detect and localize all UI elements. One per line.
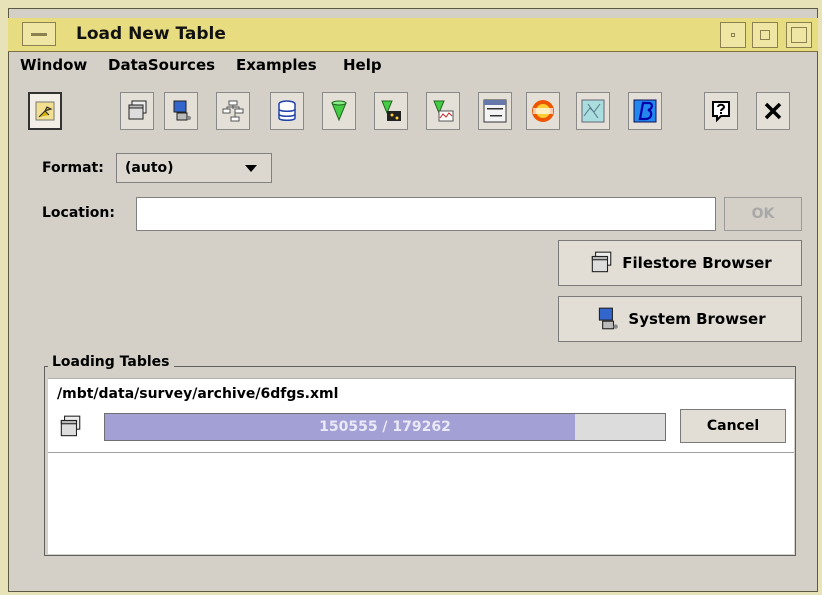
- database-icon: [278, 100, 296, 121]
- cone-plot-icon: [381, 100, 401, 121]
- location-label: Location:: [42, 205, 115, 221]
- select-from-tool-button[interactable]: [478, 92, 512, 130]
- system-browser-label: System Browser: [628, 310, 766, 328]
- minimize-icon: [731, 33, 735, 37]
- b-icon: [633, 99, 657, 123]
- select-from-icon: [483, 99, 507, 123]
- filestore-tool-button[interactable]: [120, 92, 154, 130]
- menu-datasources[interactable]: DataSources: [108, 56, 215, 74]
- sky-tool-button[interactable]: [576, 92, 610, 130]
- sky-icon: [581, 99, 605, 123]
- cone-graph-icon: [433, 100, 454, 122]
- maximize-button[interactable]: [752, 22, 778, 48]
- database-tool-button[interactable]: [270, 92, 304, 130]
- help-icon: [712, 101, 730, 123]
- row-divider: [48, 452, 794, 453]
- ok-button[interactable]: OK: [724, 197, 802, 231]
- maximize-icon: [760, 30, 770, 40]
- cone-tool-button[interactable]: [322, 92, 356, 130]
- filestore-browser-button[interactable]: Filestore Browser: [558, 240, 802, 286]
- system-browser-button[interactable]: System Browser: [558, 296, 802, 342]
- filestore-icon: [60, 415, 81, 437]
- vizier-tool-button[interactable]: [526, 92, 560, 130]
- filestore-browser-label: Filestore Browser: [622, 254, 772, 272]
- b-tool-button[interactable]: [628, 92, 662, 130]
- cone-plot-tool-button[interactable]: [374, 92, 408, 130]
- format-selected-value: (auto): [125, 160, 174, 176]
- filestore-icon: [128, 100, 147, 120]
- cone-icon: [331, 100, 347, 122]
- chevron-down-icon: [245, 165, 257, 172]
- window-title: Load New Table: [76, 24, 226, 44]
- help-tool-button[interactable]: [704, 92, 738, 130]
- menu-window[interactable]: Window: [20, 56, 87, 74]
- loading-file-source: [56, 414, 84, 444]
- system-icon: [599, 307, 619, 330]
- menu-examples[interactable]: Examples: [236, 56, 317, 74]
- loading-tables-title: Loading Tables: [48, 354, 174, 370]
- format-label: Format:: [42, 160, 104, 176]
- vizier-icon: [532, 100, 554, 122]
- loading-list-panel: [48, 378, 794, 554]
- pin-button[interactable]: [28, 92, 62, 130]
- hierarchy-tool-button[interactable]: [216, 92, 250, 130]
- loading-file-path: /mbt/data/survey/archive/6dfgs.xml: [57, 386, 339, 402]
- format-select[interactable]: (auto): [116, 153, 272, 183]
- cone-graph-tool-button[interactable]: [426, 92, 460, 130]
- close-icon: [764, 102, 782, 120]
- system-icon: [173, 100, 191, 121]
- close-window-button[interactable]: [786, 22, 812, 48]
- minimize-button[interactable]: [720, 22, 746, 48]
- system-tool-button[interactable]: [164, 92, 198, 130]
- cancel-button[interactable]: Cancel: [680, 409, 786, 443]
- close-tool-button[interactable]: [756, 92, 790, 130]
- window-menu-icon[interactable]: [22, 22, 56, 46]
- menu-help[interactable]: Help: [343, 56, 382, 74]
- filestore-icon: [592, 251, 612, 273]
- loading-progress-bar: 150555 / 179262: [104, 413, 666, 441]
- progress-text: 150555 / 179262: [319, 419, 451, 435]
- hierarchy-icon: [222, 100, 244, 122]
- location-input[interactable]: [136, 197, 716, 231]
- close-window-icon: [791, 27, 807, 43]
- pin-icon: [35, 101, 55, 121]
